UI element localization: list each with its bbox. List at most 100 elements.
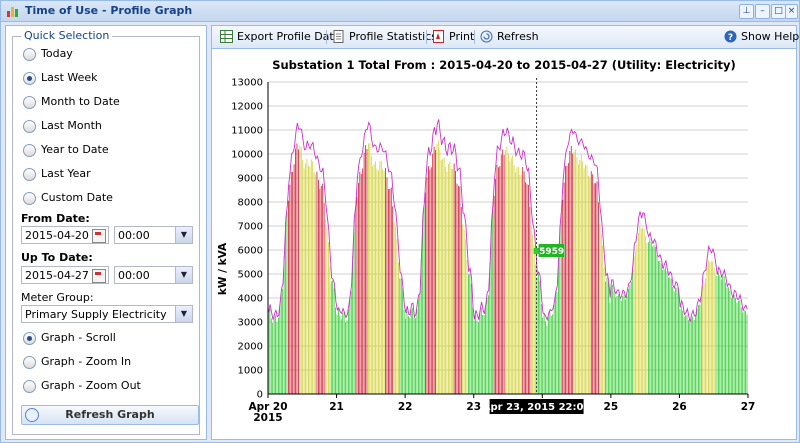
bar <box>543 313 545 394</box>
x-tick-label: 27 <box>741 401 756 413</box>
bar <box>380 160 382 394</box>
bar <box>359 171 361 394</box>
bar <box>308 165 309 394</box>
bar <box>713 267 715 394</box>
bar <box>643 229 645 394</box>
to-date-field[interactable]: 2015-04-27 <box>21 266 109 284</box>
bar <box>600 233 602 394</box>
radio-button[interactable] <box>23 96 36 109</box>
radio-button[interactable] <box>23 48 36 61</box>
chevron-down-icon[interactable]: ▼ <box>175 227 192 243</box>
left-panel: Quick Selection Today Last Week Month to… <box>5 25 207 440</box>
radio-label: Last Month <box>41 119 102 132</box>
bar <box>345 322 346 394</box>
bar <box>712 261 714 394</box>
minimize-icon[interactable]: – <box>755 4 770 19</box>
bar <box>666 271 668 394</box>
stats-label: Profile Statistics <box>349 30 437 43</box>
bar <box>486 297 488 394</box>
from-date-field[interactable]: 2015-04-20 <box>21 226 109 244</box>
bar <box>488 295 489 394</box>
bar <box>696 308 698 394</box>
meter-group-select[interactable]: Primary Supply Electricity ▼ <box>21 305 193 323</box>
bar <box>422 219 424 394</box>
graph-panel: Export Profile Data Profile Statistics P <box>211 25 799 440</box>
x-tick-label: 21 <box>329 401 344 413</box>
bar <box>430 167 432 394</box>
bar-chart-icon <box>7 7 18 17</box>
bar <box>502 149 504 394</box>
bar <box>630 281 632 394</box>
calendar-icon[interactable] <box>92 269 106 283</box>
bar <box>450 168 452 394</box>
bar <box>645 236 646 394</box>
from-time-value: 00:00 <box>118 229 150 242</box>
bar <box>360 173 362 394</box>
refresh-graph-button[interactable]: Refresh Graph <box>21 405 199 425</box>
bar <box>579 160 581 394</box>
bar <box>403 310 405 394</box>
radio-button[interactable] <box>23 72 36 85</box>
bar <box>732 298 734 394</box>
bar <box>352 255 354 394</box>
from-date-label: From Date: <box>21 212 90 225</box>
radio-button[interactable] <box>23 120 36 133</box>
radio-button[interactable] <box>23 192 36 205</box>
radio-button[interactable] <box>23 380 36 393</box>
bar <box>573 151 575 394</box>
quick-selection-fieldset: Quick Selection Today Last Week Month to… <box>12 29 200 435</box>
bar <box>270 318 272 394</box>
bar <box>503 155 505 394</box>
pin-icon[interactable]: ⊥ <box>739 4 754 19</box>
bar <box>649 238 651 394</box>
bar <box>592 174 594 394</box>
bar <box>482 314 484 394</box>
bar <box>620 300 622 394</box>
bar <box>729 290 731 394</box>
bar <box>690 318 692 394</box>
bar <box>660 263 662 394</box>
bar <box>682 310 684 394</box>
calendar-icon[interactable] <box>92 229 106 243</box>
radio-button[interactable] <box>23 144 36 157</box>
bar <box>703 283 705 394</box>
close-icon[interactable]: × <box>785 4 798 19</box>
profile-chart-svg[interactable]: Substation 1 Total From : 2015-04-20 to … <box>212 49 796 439</box>
bar <box>302 159 304 394</box>
chevron-down-icon[interactable]: ▼ <box>175 267 192 283</box>
y-tick-label: 5000 <box>238 270 263 281</box>
bar <box>428 166 429 394</box>
bar <box>535 264 536 394</box>
bar <box>325 219 326 394</box>
radio-button[interactable] <box>23 332 36 345</box>
bar <box>743 309 745 394</box>
bar <box>578 164 579 394</box>
chevron-down-icon[interactable]: ▼ <box>175 306 192 322</box>
radio-label: Graph - Scroll <box>41 331 116 344</box>
radio-button[interactable] <box>23 356 36 369</box>
bar <box>438 140 439 394</box>
refresh-graph-label: Refresh Graph <box>65 408 155 421</box>
bar <box>613 291 615 394</box>
bar <box>343 312 345 394</box>
from-time-select[interactable]: 00:00 ▼ <box>114 226 193 244</box>
bar <box>680 306 682 394</box>
to-date-value: 2015-04-27 <box>25 269 89 282</box>
bar <box>605 281 606 394</box>
bar <box>358 183 359 394</box>
radio-button[interactable] <box>23 168 36 181</box>
maximize-icon[interactable]: □ <box>771 4 786 19</box>
quick-selection-legend: Quick Selection <box>21 29 113 42</box>
bar <box>319 188 321 394</box>
bar <box>702 285 704 394</box>
bar <box>295 148 296 394</box>
bar <box>625 299 626 394</box>
y-axis-label: kW / kVA <box>217 242 229 295</box>
bar <box>683 316 685 394</box>
bar <box>628 289 629 394</box>
bar <box>440 160 442 394</box>
bar <box>626 296 628 394</box>
to-time-select[interactable]: 00:00 ▼ <box>114 266 193 284</box>
bar <box>349 297 351 394</box>
profile-chart[interactable]: Substation 1 Total From : 2015-04-20 to … <box>212 49 796 439</box>
